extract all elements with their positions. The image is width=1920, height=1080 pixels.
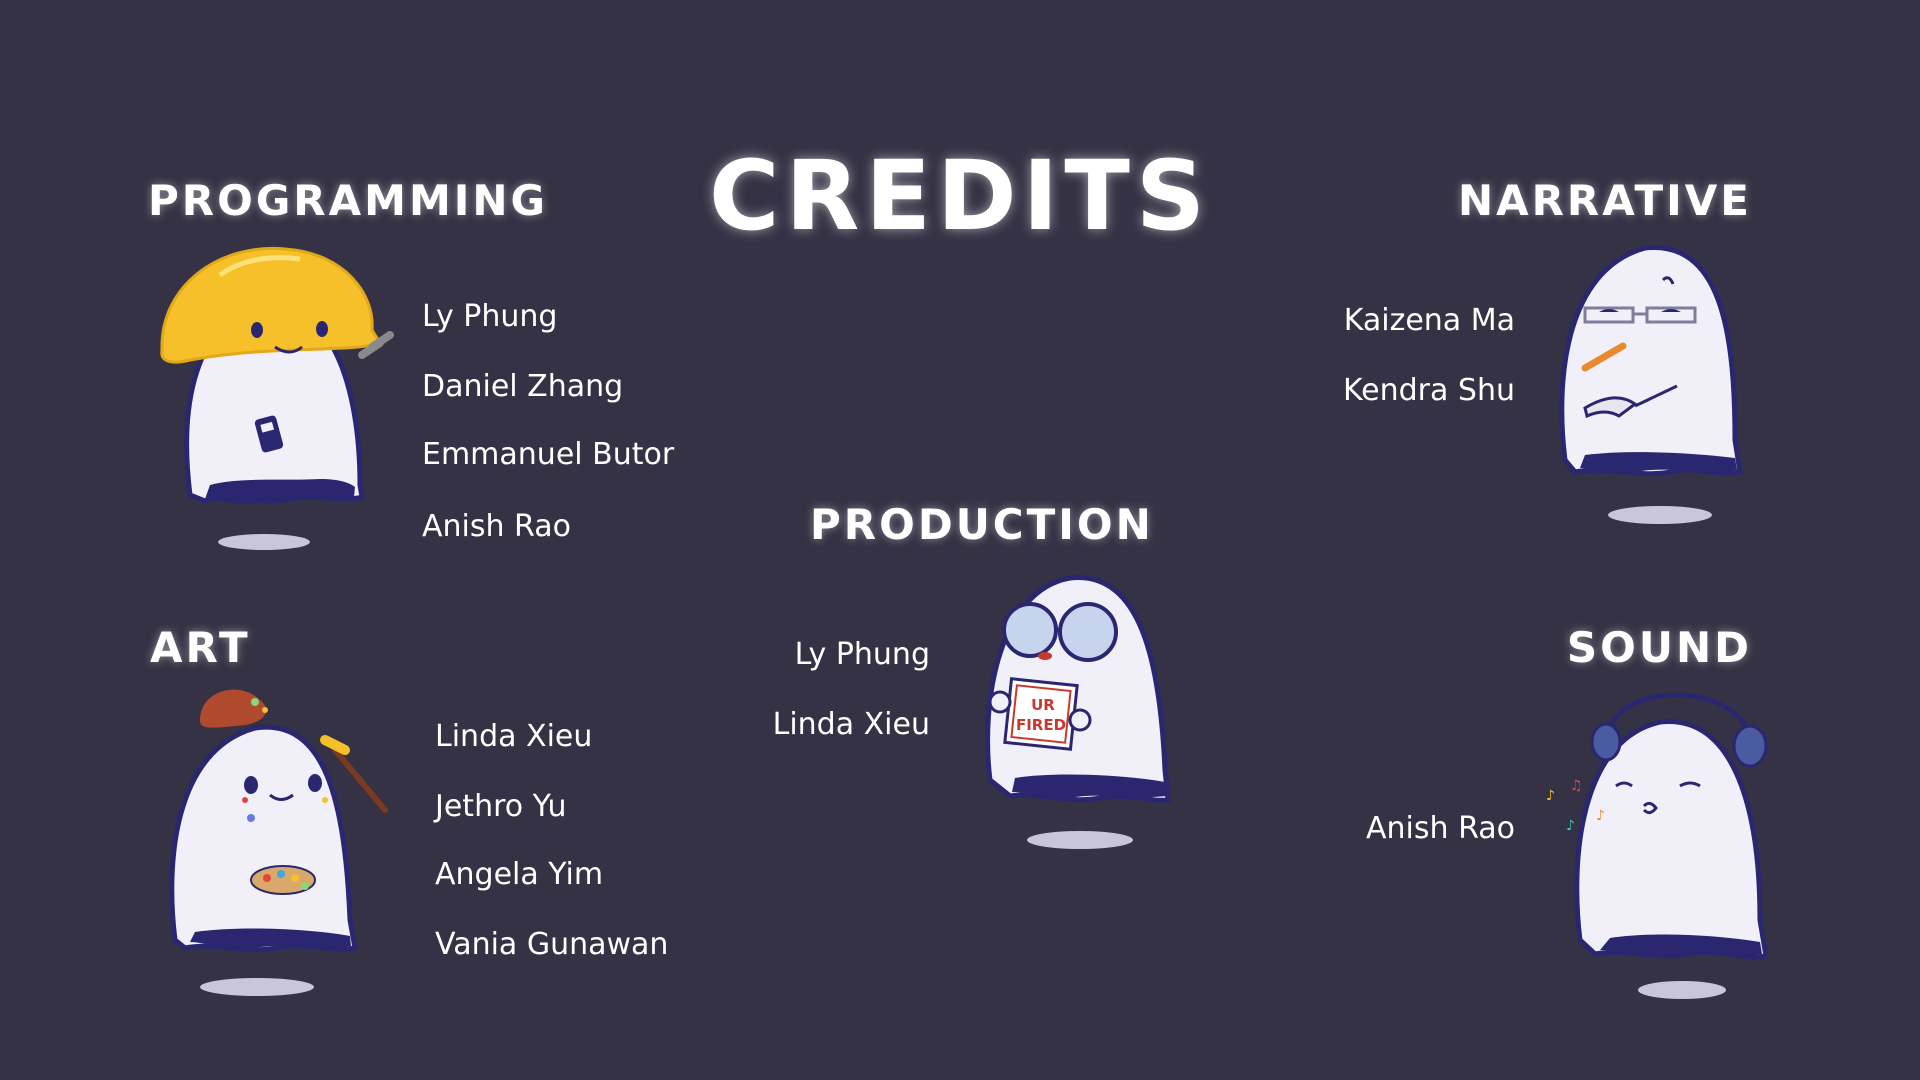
svg-text:♪: ♪ (1546, 788, 1555, 804)
sign-text-fired: FIRED (1016, 716, 1066, 734)
production-name: Linda Xieu (772, 707, 930, 742)
programming-name: Daniel Zhang (422, 369, 624, 404)
programmer-ghost-icon (150, 235, 400, 555)
art-name: Vania Gunawan (435, 927, 669, 962)
production-ghost-icon: UR FIRED (970, 570, 1180, 860)
heading-production: PRODUCTION (810, 500, 1154, 549)
svg-text:♪: ♪ (1566, 818, 1575, 834)
sound-name: Anish Rao (1366, 811, 1515, 846)
heading-narrative: NARRATIVE (1457, 176, 1752, 225)
narrative-name: Kendra Shu (1342, 373, 1515, 408)
art-name: Linda Xieu (435, 719, 593, 754)
programming-name: Anish Rao (422, 509, 571, 544)
art-name: Jethro Yu (435, 789, 567, 824)
programming-name: Ly Phung (422, 299, 558, 334)
sound-ghost-icon: ♪ ♫ ♪ ♪ (1540, 680, 1770, 1010)
heading-programming: PROGRAMMING (148, 176, 548, 225)
narrative-name: Kaizena Ma (1343, 303, 1515, 338)
svg-text:♪: ♪ (1596, 808, 1605, 824)
art-name: Angela Yim (435, 857, 604, 892)
heading-art: ART (150, 623, 251, 672)
art-ghost-icon (155, 680, 405, 1000)
programming-name: Emmanuel Butor (422, 437, 675, 472)
narrative-ghost-icon (1545, 240, 1755, 530)
production-name: Ly Phung (794, 637, 930, 672)
heading-sound: SOUND (1566, 623, 1752, 672)
sign-text-ur: UR (1031, 696, 1055, 714)
svg-text:♫: ♫ (1570, 778, 1583, 794)
